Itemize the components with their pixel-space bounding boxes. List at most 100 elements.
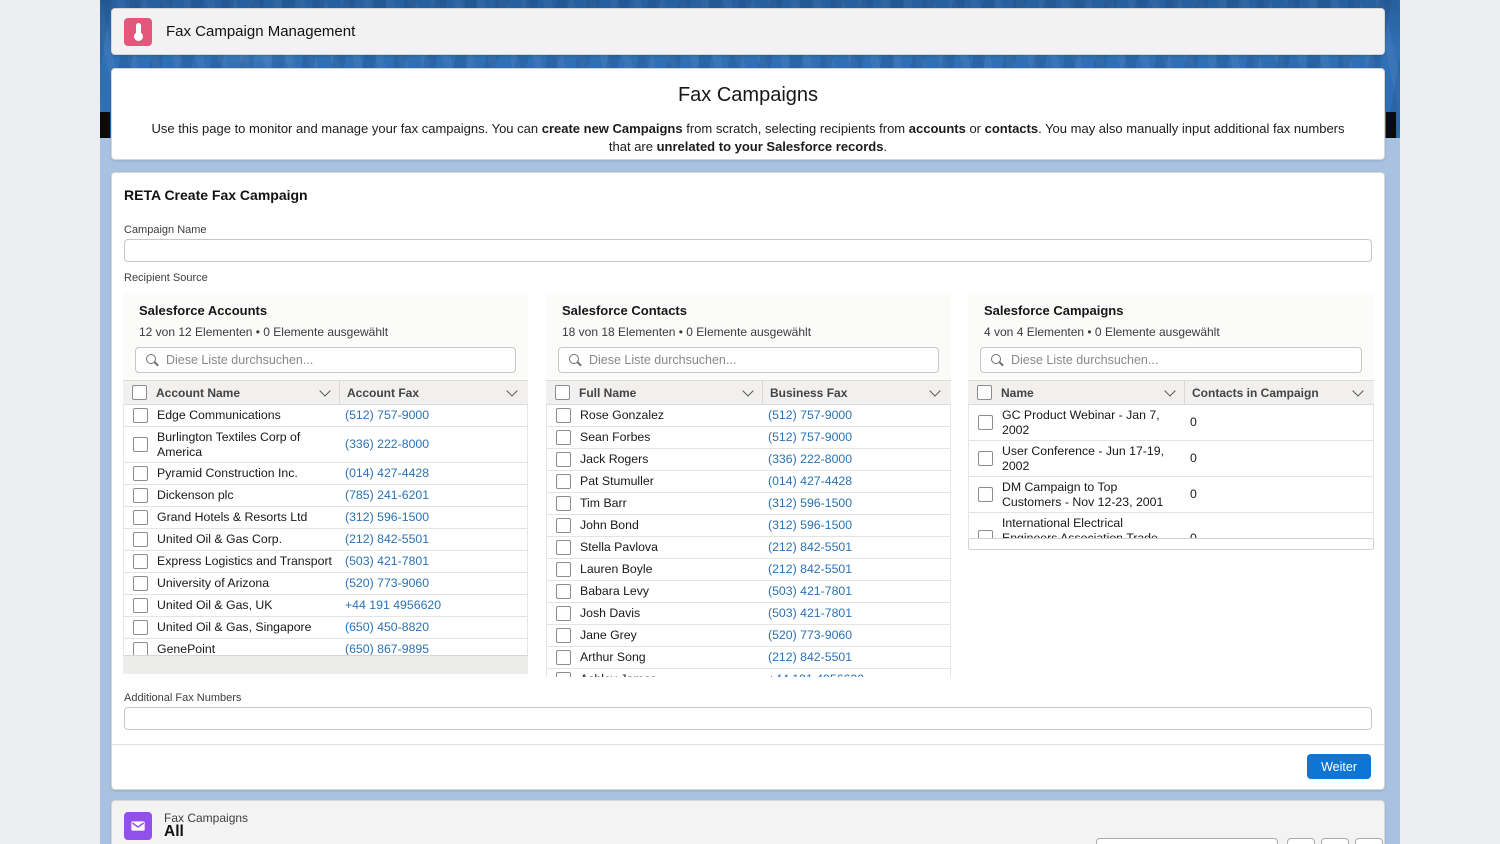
horizontal-scrollbar[interactable] <box>123 655 528 674</box>
panel-count: 18 von 18 Elementen • 0 Elemente ausgewä… <box>562 325 935 339</box>
row-fax-link[interactable]: (312) 596-1500 <box>340 507 527 528</box>
row-name: University of Arizona <box>157 573 340 594</box>
column-header[interactable]: Account Fax <box>339 381 528 404</box>
row-checkbox[interactable] <box>133 532 148 547</box>
table-row: Jane Grey(520) 773-9060 <box>547 625 950 647</box>
row-checkbox[interactable] <box>978 451 993 466</box>
row-checkbox[interactable] <box>133 554 148 569</box>
row-checkbox[interactable] <box>133 488 148 503</box>
table-body: Edge Communications(512) 757-9000Burling… <box>123 405 528 674</box>
app-title: Fax Campaign Management <box>166 23 355 40</box>
list-action-button[interactable] <box>1355 838 1383 844</box>
row-fax-link[interactable]: (014) 427-4428 <box>763 471 950 492</box>
list-action-button[interactable] <box>1287 838 1315 844</box>
table-row: DM Campaign to Top Customers - Nov 12-23… <box>969 477 1373 513</box>
row-name: Edge Communications <box>157 405 340 426</box>
row-checkbox[interactable] <box>556 408 571 423</box>
row-name: User Conference - Jun 17-19, 2002 <box>1002 441 1185 476</box>
select-all-checkbox[interactable] <box>555 385 570 400</box>
row-checkbox[interactable] <box>556 628 571 643</box>
row-fax-link[interactable]: (336) 222-8000 <box>340 434 527 455</box>
table-row: John Bond(312) 596-1500 <box>547 515 950 537</box>
row-checkbox[interactable] <box>556 430 571 445</box>
row-checkbox[interactable] <box>556 518 571 533</box>
row-fax-link[interactable]: (014) 427-4428 <box>340 463 527 484</box>
app-header-card: Fax Campaign Management <box>111 8 1385 55</box>
search-input[interactable] <box>1011 348 1355 372</box>
horizontal-scrollbar[interactable] <box>968 538 1374 550</box>
row-checkbox[interactable] <box>133 598 148 613</box>
row-checkbox[interactable] <box>978 415 993 430</box>
row-fax-link[interactable]: (512) 757-9000 <box>763 405 950 426</box>
row-fax-link[interactable]: (212) 842-5501 <box>340 529 527 550</box>
row-checkbox[interactable] <box>556 496 571 511</box>
row-fax-link[interactable]: (520) 773-9060 <box>340 573 527 594</box>
row-name: Lauren Boyle <box>580 559 763 580</box>
row-fax-link[interactable]: (212) 842-5501 <box>763 647 950 668</box>
list-search-input[interactable] <box>1096 838 1278 844</box>
table-row: Jack Rogers(336) 222-8000 <box>547 449 950 471</box>
row-fax-link[interactable]: +44 191 4956620 <box>340 595 527 616</box>
row-fax-link[interactable]: (336) 222-8000 <box>763 449 950 470</box>
row-checkbox[interactable] <box>556 540 571 555</box>
row-fax-link[interactable]: (212) 842-5501 <box>763 537 950 558</box>
search-input[interactable] <box>166 348 509 372</box>
row-name: Arthur Song <box>580 647 763 668</box>
search-icon <box>991 354 1001 364</box>
chevron-down-icon <box>506 385 517 396</box>
row-fax-link[interactable]: (503) 421-7801 <box>763 581 950 602</box>
row-fax-link[interactable]: (312) 596-1500 <box>763 515 950 536</box>
table-row: Josh Davis(503) 421-7801 <box>547 603 950 625</box>
row-checkbox[interactable] <box>556 606 571 621</box>
row-name: John Bond <box>580 515 763 536</box>
list-view-name[interactable]: All <box>164 823 184 841</box>
row-fax-link[interactable]: +44 191 4956620 <box>763 669 950 677</box>
row-fax-link[interactable]: (520) 773-9060 <box>763 625 950 646</box>
select-all-checkbox[interactable] <box>132 385 147 400</box>
row-checkbox[interactable] <box>556 562 571 577</box>
row-checkbox[interactable] <box>133 620 148 635</box>
row-fax-link[interactable]: (212) 842-5501 <box>763 559 950 580</box>
row-fax-link[interactable]: (503) 421-7801 <box>340 551 527 572</box>
list-action-button[interactable] <box>1321 838 1349 844</box>
row-checkbox[interactable] <box>556 474 571 489</box>
row-checkbox[interactable] <box>556 672 571 677</box>
table-row: Dickenson plc(785) 241-6201 <box>124 485 527 507</box>
row-checkbox[interactable] <box>556 650 571 665</box>
row-checkbox[interactable] <box>556 452 571 467</box>
decoration-bar-right <box>1386 112 1396 138</box>
campaign-name-input[interactable] <box>124 239 1372 262</box>
table-row: User Conference - Jun 17-19, 20020 <box>969 441 1373 477</box>
row-checkbox[interactable] <box>133 437 148 452</box>
search-box <box>558 347 939 373</box>
weiter-button[interactable]: Weiter <box>1307 754 1371 779</box>
envelope-icon <box>124 812 152 840</box>
additional-fax-input[interactable] <box>124 707 1372 730</box>
column-header[interactable]: Business Fax <box>762 381 951 404</box>
section-title: RETA Create Fax Campaign <box>124 187 308 203</box>
row-checkbox[interactable] <box>133 466 148 481</box>
row-checkbox[interactable] <box>133 408 148 423</box>
column-header[interactable]: Name <box>1001 381 1184 404</box>
row-checkbox[interactable] <box>133 510 148 525</box>
row-fax-link[interactable]: (503) 421-7801 <box>763 603 950 624</box>
row-name: Rose Gonzalez <box>580 405 763 426</box>
chevron-down-icon <box>1352 385 1363 396</box>
recipient-source-label: Recipient Source <box>124 272 208 284</box>
row-fax-link[interactable]: (785) 241-6201 <box>340 485 527 506</box>
select-all-checkbox[interactable] <box>977 385 992 400</box>
row-name: Express Logistics and Transport <box>157 551 340 572</box>
column-header[interactable]: Contacts in Campaign <box>1184 381 1374 404</box>
column-header[interactable]: Account Name <box>156 381 339 404</box>
row-checkbox[interactable] <box>978 487 993 502</box>
row-name: Grand Hotels & Resorts Ltd <box>157 507 340 528</box>
row-fax-link[interactable]: (512) 757-9000 <box>340 405 527 426</box>
column-header[interactable]: Full Name <box>579 381 762 404</box>
row-fax-link[interactable]: (312) 596-1500 <box>763 493 950 514</box>
row-checkbox[interactable] <box>556 584 571 599</box>
row-fax-link[interactable]: (512) 757-9000 <box>763 427 950 448</box>
panel-title: Salesforce Campaigns <box>984 303 1358 318</box>
row-checkbox[interactable] <box>133 576 148 591</box>
row-fax-link[interactable]: (650) 450-8820 <box>340 617 527 638</box>
search-input[interactable] <box>589 348 932 372</box>
